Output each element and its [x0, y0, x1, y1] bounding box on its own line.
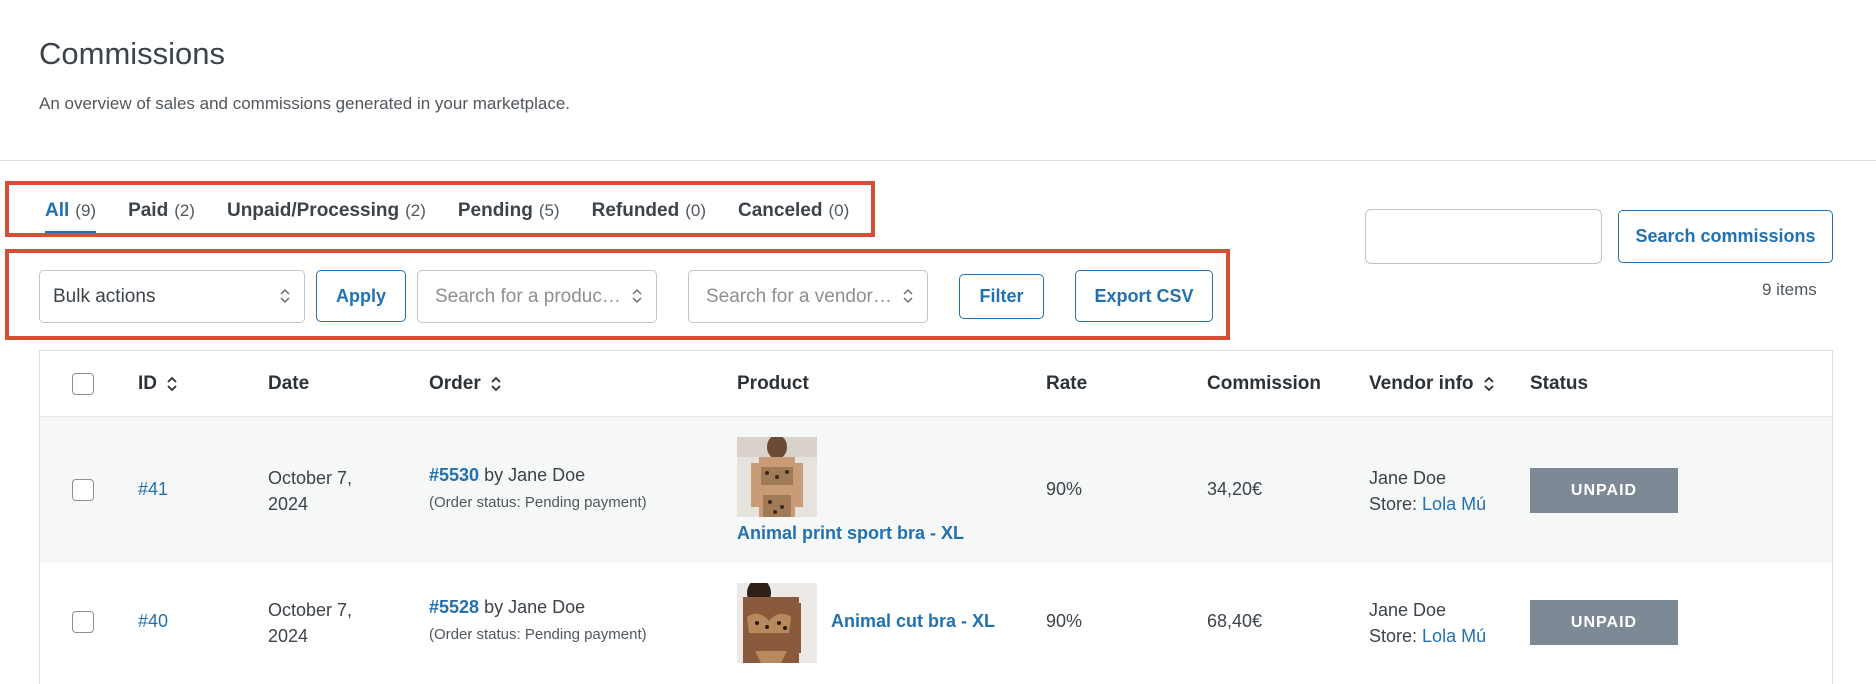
store-label: Store:: [1369, 494, 1418, 514]
product-link[interactable]: Animal print sport bra - XL: [737, 523, 964, 544]
page-title: Commissions: [39, 36, 226, 71]
table-row: #41 October 7, 2024 #5530 by Jane Doe (O…: [40, 417, 1832, 563]
commission-date: October 7, 2024: [268, 597, 352, 649]
order-customer: by Jane Doe: [484, 597, 586, 617]
search-commissions-input[interactable]: [1365, 209, 1602, 264]
commission-rate: 90%: [1046, 611, 1083, 631]
product-image-animal-print-bra: [737, 437, 817, 517]
date-line: October 7,: [268, 468, 353, 488]
column-header-order[interactable]: Order: [429, 373, 502, 395]
order-status: (Order status: Pending payment): [429, 494, 647, 511]
header-divider: [0, 160, 1876, 161]
vendor-name: Jane Doe: [1369, 468, 1447, 488]
column-header-product: Product: [737, 373, 809, 394]
commission-amount: 34,20€: [1207, 479, 1263, 499]
row-checkbox[interactable]: [72, 611, 94, 633]
commission-date: October 7, 2024: [268, 465, 352, 517]
table-row: #40 October 7, 2024 #5528 by Jane Doe (O…: [40, 563, 1832, 684]
column-header-status: Status: [1530, 373, 1589, 394]
column-header-rate: Rate: [1046, 373, 1088, 394]
vendor-info: Jane Doe Store: Lola Mú: [1369, 597, 1486, 649]
order-customer: by Jane Doe: [484, 465, 586, 485]
column-label: ID: [138, 373, 157, 394]
column-header-date: Date: [268, 373, 310, 394]
column-header-commission: Commission: [1207, 373, 1322, 394]
sort-icon: [167, 376, 177, 392]
store-label: Store:: [1369, 626, 1418, 646]
search-commissions-button[interactable]: Search commissions: [1618, 210, 1833, 263]
order-info: #5530 by Jane Doe (Order status: Pending…: [429, 465, 647, 511]
store-link[interactable]: Lola Mú: [1422, 494, 1486, 514]
order-link[interactable]: #5528: [429, 597, 479, 617]
order-status: (Order status: Pending payment): [429, 626, 647, 643]
select-all-checkbox[interactable]: [72, 373, 94, 395]
order-info: #5528 by Jane Doe (Order status: Pending…: [429, 597, 647, 643]
commission-amount: 68,40€: [1207, 611, 1263, 631]
product-link[interactable]: Animal cut bra - XL: [831, 611, 995, 632]
date-line: 2024: [268, 494, 309, 514]
date-line: 2024: [268, 626, 309, 646]
product-image-animal-cut-bra: [737, 583, 817, 663]
store-link[interactable]: Lola Mú: [1422, 626, 1486, 646]
commission-id-link[interactable]: #41: [138, 479, 168, 500]
tabs-highlight-box: [5, 181, 875, 237]
commissions-table: ID Date Order Product Rate Commission Ve…: [39, 350, 1833, 684]
commission-id-link[interactable]: #40: [138, 611, 168, 632]
vendor-info: Jane Doe Store: Lola Mú: [1369, 465, 1486, 517]
status-badge: UNPAID: [1530, 600, 1678, 645]
row-checkbox[interactable]: [72, 479, 94, 501]
vendor-name: Jane Doe: [1369, 600, 1447, 620]
status-badge: UNPAID: [1530, 468, 1678, 513]
sort-icon: [1483, 376, 1494, 392]
column-header-vendor-info[interactable]: Vendor info: [1369, 373, 1495, 395]
toolbar-highlight-box: [5, 249, 1230, 340]
table-header: ID Date Order Product Rate Commission Ve…: [40, 351, 1832, 417]
column-label: Vendor info: [1369, 373, 1474, 394]
product-thumbnail[interactable]: [737, 583, 817, 663]
order-link[interactable]: #5530: [429, 465, 479, 485]
commission-rate: 90%: [1046, 479, 1083, 499]
items-count: 9 items: [1762, 280, 1817, 299]
column-label: Order: [429, 373, 481, 394]
product-thumbnail[interactable]: [737, 437, 817, 517]
page-description: An overview of sales and commissions gen…: [39, 94, 571, 113]
sort-icon: [491, 376, 501, 392]
date-line: October 7,: [268, 600, 353, 620]
column-header-id[interactable]: ID: [138, 373, 178, 395]
